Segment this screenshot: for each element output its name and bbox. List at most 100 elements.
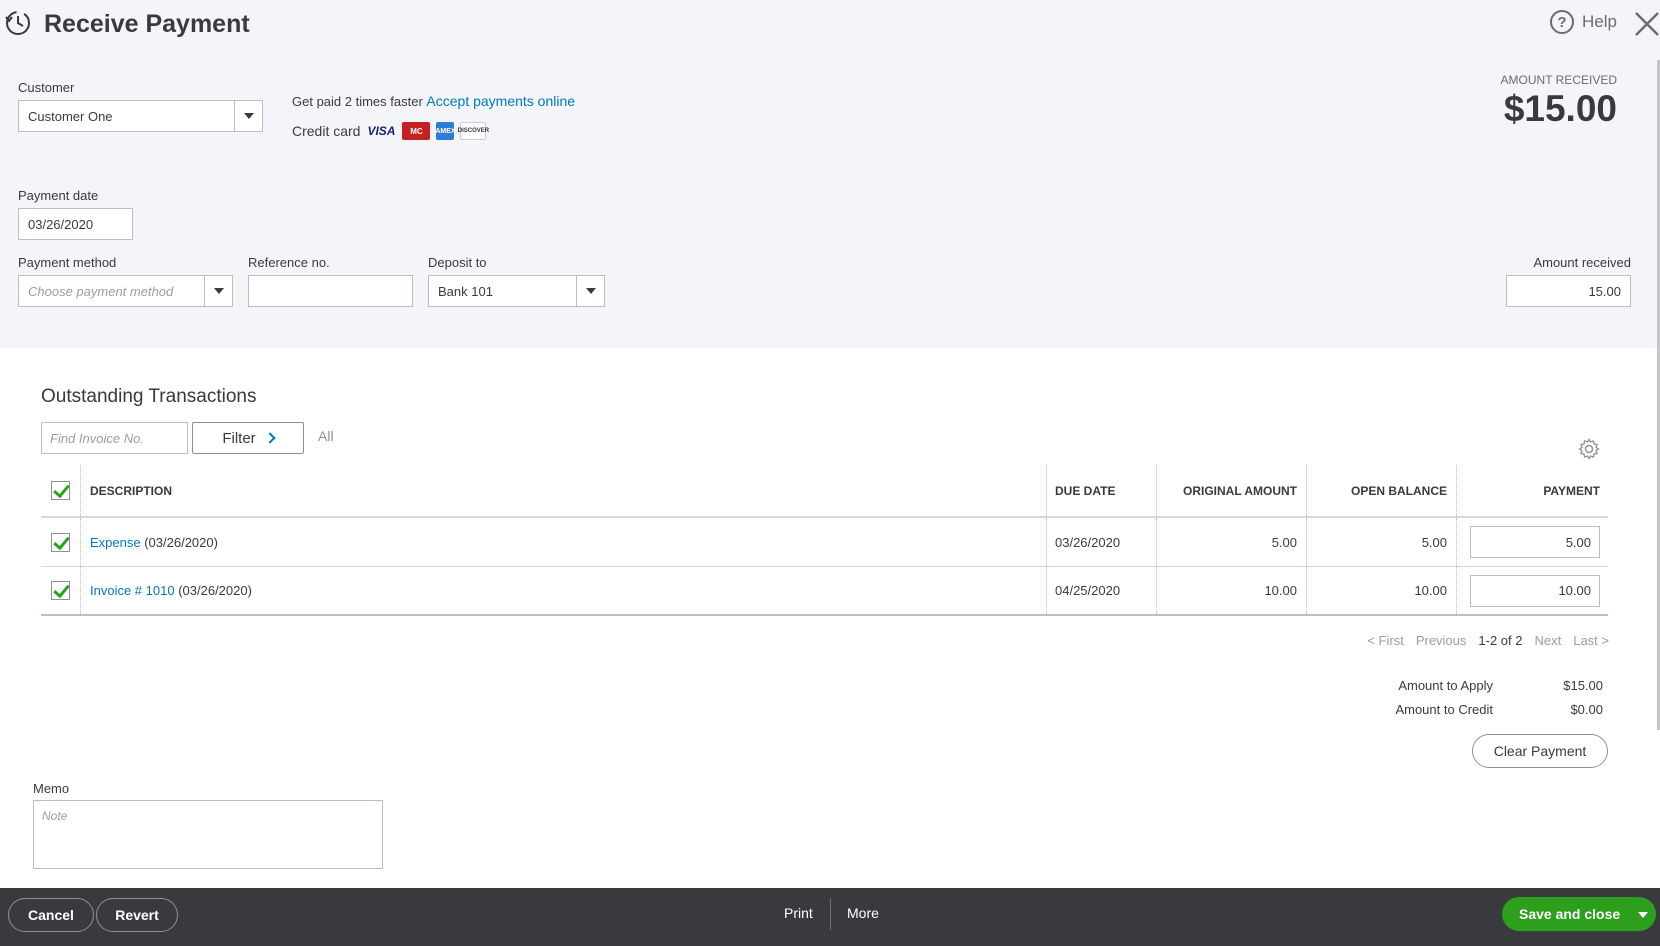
- row-due-date: 04/25/2020: [1047, 567, 1157, 614]
- accept-payments-link[interactable]: Accept payments online: [426, 93, 575, 109]
- row-description: Expense (03/26/2020): [81, 518, 1047, 566]
- payment-method-placeholder: Choose payment method: [28, 283, 174, 299]
- amount-to-credit-value: $0.00: [1570, 702, 1603, 717]
- reference-label: Reference no.: [248, 255, 330, 270]
- mastercard-icon: MC: [402, 122, 431, 140]
- row-open-balance: 5.00: [1307, 518, 1457, 566]
- chevron-right-icon: [264, 432, 276, 444]
- amount-to-credit-label: Amount to Credit: [1395, 702, 1493, 717]
- credit-card-label: Credit card: [292, 123, 361, 139]
- amount-to-credit-row: Amount to Credit $0.00: [1333, 702, 1603, 717]
- amount-to-apply-row: Amount to Apply $15.00: [1333, 678, 1603, 693]
- discover-card-icon: DISCOVER: [458, 122, 489, 140]
- pager-last[interactable]: Last >: [1573, 633, 1609, 648]
- customer-label: Customer: [18, 80, 75, 95]
- caret-down-icon[interactable]: [1638, 912, 1648, 918]
- column-header-payment[interactable]: PAYMENT: [1457, 465, 1608, 516]
- row-checkbox[interactable]: [51, 581, 70, 600]
- table-row: Invoice # 1010 (03/26/2020) 04/25/2020 1…: [41, 567, 1608, 616]
- revert-button[interactable]: Revert: [96, 898, 178, 932]
- column-header-original-amount[interactable]: ORIGINAL AMOUNT: [1157, 465, 1307, 516]
- amount-received-input[interactable]: 15.00: [1506, 275, 1631, 307]
- chevron-down-icon[interactable]: [576, 276, 604, 306]
- row-payment-cell: 5.00: [1457, 518, 1608, 566]
- pager-first[interactable]: < First: [1367, 633, 1403, 648]
- credit-card-line: Credit card VISA MC AMEX DISCOVER: [292, 122, 489, 140]
- transaction-link[interactable]: Expense: [90, 535, 141, 550]
- row-open-balance: 10.00: [1307, 567, 1457, 614]
- payment-date-label: Payment date: [18, 188, 99, 203]
- visa-card-icon: VISA: [367, 124, 396, 138]
- memo-placeholder: Note: [42, 809, 68, 823]
- more-button[interactable]: More: [847, 905, 879, 921]
- pager-previous[interactable]: Previous: [1416, 633, 1467, 648]
- cancel-button[interactable]: Cancel: [8, 898, 94, 932]
- row-original-amount: 5.00: [1157, 518, 1307, 566]
- close-icon[interactable]: [1633, 8, 1660, 40]
- payment-date-value: 03/26/2020: [28, 216, 94, 232]
- filter-label: Filter: [222, 429, 256, 447]
- print-button[interactable]: Print: [784, 905, 813, 921]
- help-button[interactable]: ? Help: [1550, 10, 1617, 34]
- customer-select[interactable]: Customer One: [18, 100, 263, 132]
- promo-text: Get paid 2 times faster: [292, 94, 423, 109]
- row-payment-input[interactable]: 10.00: [1470, 574, 1600, 607]
- pager-range: 1-2 of 2: [1478, 633, 1523, 648]
- footer-bar: Cancel Revert Print More Save and close: [0, 888, 1660, 946]
- gear-icon[interactable]: [1578, 438, 1600, 460]
- amount-received-value: 15.00: [1588, 283, 1621, 299]
- row-due-date: 03/26/2020: [1047, 518, 1157, 566]
- row-original-amount: 10.00: [1157, 567, 1307, 614]
- row-description: Invoice # 1010 (03/26/2020): [81, 567, 1047, 614]
- find-invoice-input[interactable]: Find Invoice No.: [41, 422, 188, 454]
- memo-textarea[interactable]: Note: [33, 800, 383, 869]
- footer-divider: [830, 898, 831, 930]
- payment-method-select[interactable]: Choose payment method: [18, 275, 233, 307]
- pager-next[interactable]: Next: [1534, 633, 1561, 648]
- amount-received-label: Amount received: [1533, 255, 1631, 270]
- deposit-to-select[interactable]: Bank 101: [428, 275, 605, 307]
- column-header-description[interactable]: DESCRIPTION: [81, 465, 1047, 516]
- column-header-open-balance[interactable]: OPEN BALANCE: [1307, 465, 1457, 516]
- help-label: Help: [1582, 12, 1617, 31]
- amount-to-apply-value: $15.00: [1563, 678, 1603, 693]
- payments-promo: Get paid 2 times faster Accept payments …: [292, 93, 575, 109]
- outstanding-transactions-title: Outstanding Transactions: [41, 386, 257, 407]
- help-question-icon: ?: [1550, 10, 1574, 34]
- row-checkbox-cell: [41, 567, 81, 614]
- filter-button[interactable]: Filter: [192, 422, 304, 454]
- transaction-date: (03/26/2020): [178, 583, 252, 598]
- payment-date-input[interactable]: 03/26/2020: [18, 208, 133, 240]
- select-all-checkbox[interactable]: [51, 481, 70, 500]
- deposit-to-value: Bank 101: [438, 283, 493, 299]
- transaction-link[interactable]: Invoice # 1010: [90, 583, 175, 598]
- filter-all-label: All: [318, 428, 334, 444]
- select-all-cell: [41, 465, 81, 516]
- find-invoice-placeholder: Find Invoice No.: [50, 430, 144, 446]
- pagination: < First Previous 1-2 of 2 Next Last >: [1367, 633, 1609, 648]
- customer-value: Customer One: [28, 108, 113, 124]
- row-payment-input[interactable]: 5.00: [1470, 526, 1600, 558]
- save-and-close-button[interactable]: Save and close: [1502, 897, 1656, 931]
- deposit-to-label: Deposit to: [428, 255, 487, 270]
- payment-method-label: Payment method: [18, 255, 117, 270]
- save-and-close-label: Save and close: [1519, 906, 1621, 922]
- amex-card-icon: AMEX: [435, 122, 456, 140]
- amount-to-apply-label: Amount to Apply: [1398, 678, 1493, 693]
- row-checkbox-cell: [41, 518, 81, 566]
- amount-received-header-label: AMOUNT RECEIVED: [1500, 73, 1617, 87]
- recent-history-icon[interactable]: [4, 9, 32, 37]
- row-payment-cell: 10.00: [1457, 567, 1608, 614]
- transaction-date: (03/26/2020): [144, 534, 218, 550]
- reference-input[interactable]: [248, 275, 413, 307]
- table-header-row: DESCRIPTION DUE DATE ORIGINAL AMOUNT OPE…: [41, 465, 1608, 518]
- row-checkbox[interactable]: [51, 532, 70, 552]
- chevron-down-icon[interactable]: [234, 101, 262, 131]
- clear-payment-button[interactable]: Clear Payment: [1472, 734, 1608, 768]
- page-title: Receive Payment: [44, 10, 250, 38]
- column-header-due-date[interactable]: DUE DATE: [1047, 465, 1157, 516]
- chevron-down-icon[interactable]: [204, 276, 232, 306]
- memo-label: Memo: [33, 781, 70, 796]
- table-row: Expense (03/26/2020) 03/26/2020 5.00 5.0…: [41, 518, 1608, 567]
- amount-received-total: $15.00: [1503, 88, 1617, 129]
